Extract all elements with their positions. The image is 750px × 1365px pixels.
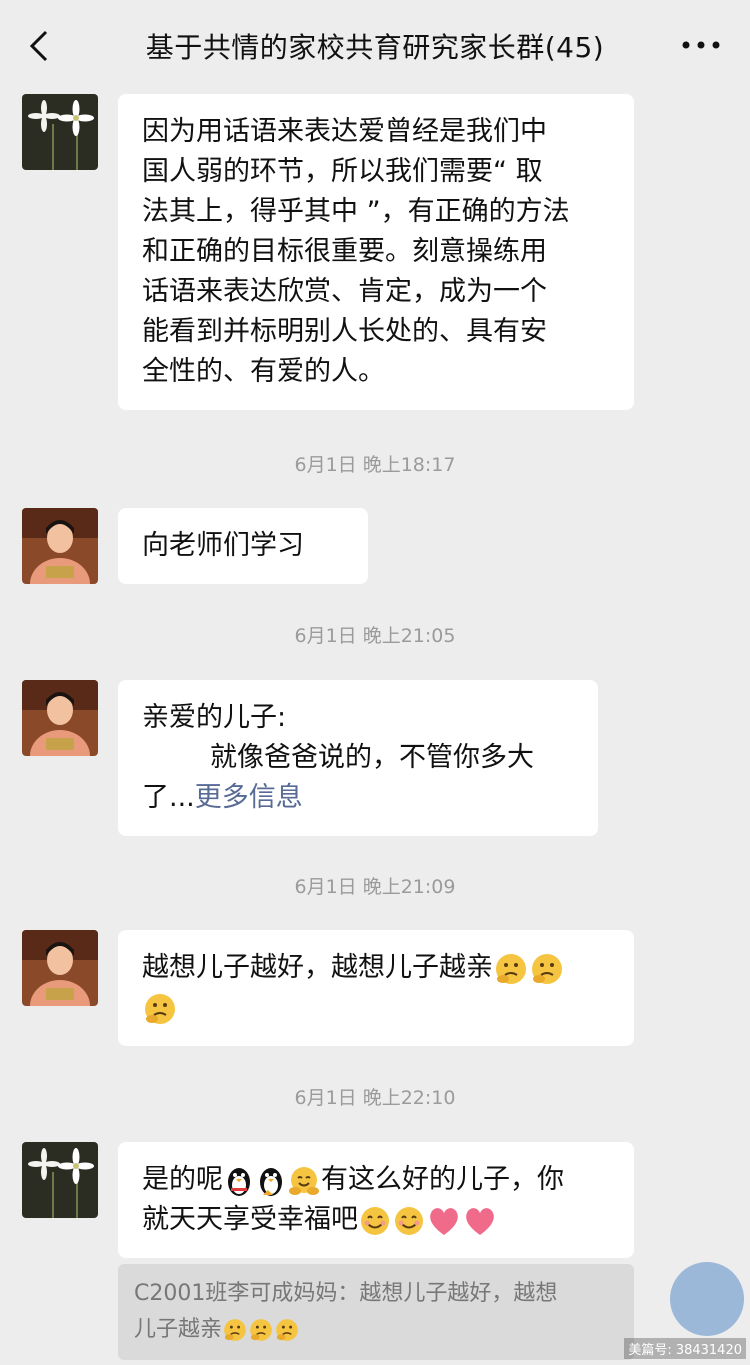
more-options-icon[interactable] [678,30,724,60]
message-line: 能看到并标明别人长处的、具有安 [142,316,547,347]
message-text: 有这么好的儿子，你 [321,1164,564,1195]
message-line: 亲爱的儿子: [142,702,287,733]
lily-avatar[interactable] [22,1142,98,1218]
message-timestamp: 6月1日 晚上21:05 [294,625,456,647]
message-text: 了... [142,782,195,813]
message-line: 全性的、有爱的人。 [142,356,385,387]
message-bubble[interactable]: 是的呢 有这么好的儿子，你 就天天享受幸福吧 [118,1142,634,1258]
message-line: 和正确的目标很重要。刻意操练用 [142,236,547,267]
message-line: 了...更多信息 [142,778,574,818]
penguin-icon [228,1167,250,1196]
thinking-face-icon [224,1319,246,1341]
quote-line: 儿子越亲 [134,1312,618,1348]
chat-header: 基于共情的家校共育研究家长群(45) [0,0,750,92]
message-bubble[interactable]: 越想儿子越好，越想儿子越亲 [118,930,634,1046]
thinking-face-icon [276,1319,298,1341]
chat-title: 基于共情的家校共育研究家长群(45) [145,31,605,64]
woman-avatar[interactable] [22,930,98,1006]
smile-face-icon [361,1206,389,1235]
woman-avatar[interactable] [22,680,98,756]
message-text: 向老师们学习 [142,530,304,561]
heart-icon [430,1207,458,1235]
message-line: 话语来表达欣赏、肯定，成为一个 [142,276,547,307]
lily-avatar[interactable] [22,94,98,170]
smile-face-icon [395,1206,423,1235]
message-line: 法其上，得乎其中 ”，有正确的方法 [142,196,570,227]
watermark-logo [670,1262,744,1336]
message-bubble[interactable]: 亲爱的儿子: 就像爸爸说的，不管你多大 了...更多信息 [118,680,598,836]
message-text: 是的呢 [142,1164,223,1195]
message-timestamp: 6月1日 晚上21:09 [294,876,456,898]
message-line: 国人弱的环节，所以我们需要“ 取 [142,156,543,187]
message-line: 就天天享受幸福吧 [142,1200,610,1240]
thinking-face-icon [145,993,175,1024]
quoted-message[interactable]: C2001班李可成妈妈：越想儿子越好，越想 儿子越亲 [118,1264,634,1360]
penguin-icon [260,1167,282,1196]
thinking-face-icon [532,953,562,984]
message-bubble[interactable]: 向老师们学习 [118,508,368,584]
message-bubble[interactable]: 因为用话语来表达爱曾经是我们中 国人弱的环节，所以我们需要“ 取 法其上，得乎其… [118,94,634,410]
thinking-face-icon [496,953,526,984]
hug-face-icon [289,1166,319,1195]
more-info-link[interactable]: 更多信息 [195,782,303,813]
message-timestamp: 6月1日 晚上18:17 [294,454,456,476]
message-line [142,988,610,1028]
message-line: 越想儿子越好，越想儿子越亲 [142,948,610,988]
quote-line: C2001班李可成妈妈：越想儿子越好，越想 [134,1281,558,1306]
message-line: 因为用话语来表达爱曾经是我们中 [142,116,547,147]
message-timestamp: 6月1日 晚上22:10 [294,1087,456,1109]
watermark-text: 美篇号: 38431420 [624,1338,746,1359]
message-text: 就天天享受幸福吧 [142,1204,358,1235]
message-line: 是的呢 有这么好的儿子，你 [142,1160,610,1200]
woman-avatar[interactable] [22,508,98,584]
message-text: 越想儿子越好，越想儿子越亲 [142,952,493,983]
quote-text: 儿子越亲 [134,1317,223,1342]
message-line: 就像爸爸说的，不管你多大 [210,742,534,773]
thinking-face-icon [250,1319,272,1341]
heart-icon [466,1207,494,1235]
